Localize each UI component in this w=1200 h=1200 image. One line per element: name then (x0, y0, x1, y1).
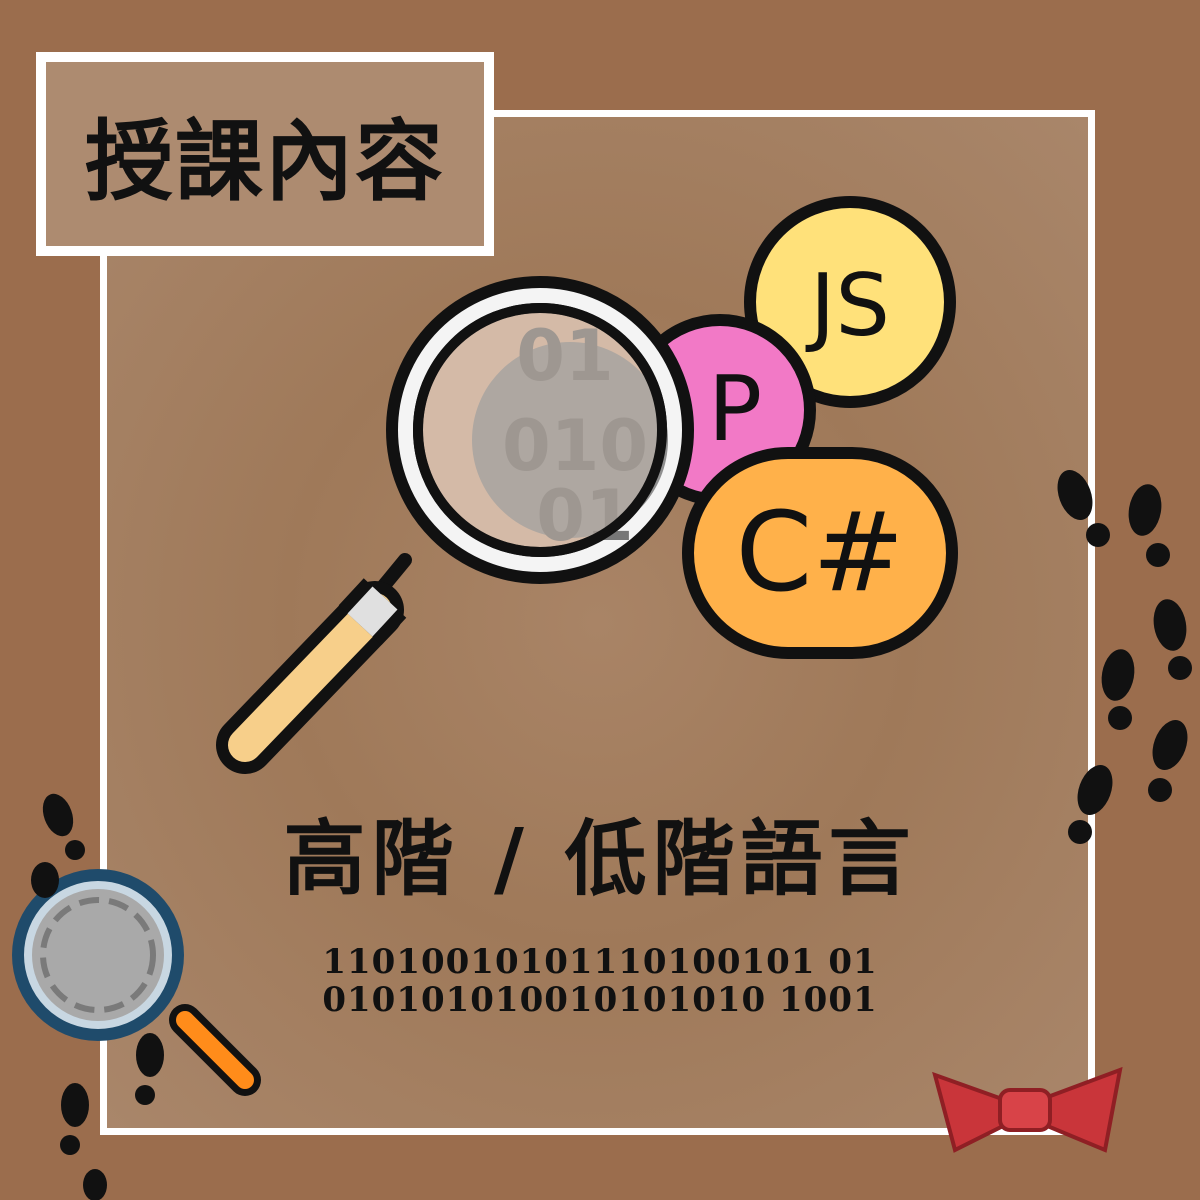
binary-line-2: 010101010010101010 1001 (322, 980, 878, 1020)
magnifier-icon: 01 010 01 (216, 276, 694, 774)
main-heading: 高階 / 低階語言 (283, 812, 917, 907)
csharp-label: C# (736, 488, 905, 616)
csharp-badge-icon: C# (682, 447, 958, 659)
bow-tie-icon (932, 1066, 1123, 1153)
illustration-layer: JS P C# 01 010 01 (12, 196, 1192, 1200)
footprints-icon (1057, 469, 1192, 844)
p-label: P (708, 357, 762, 462)
binary-line-1: 11010010101110100101 01 (322, 942, 878, 982)
js-label: JS (805, 256, 890, 356)
